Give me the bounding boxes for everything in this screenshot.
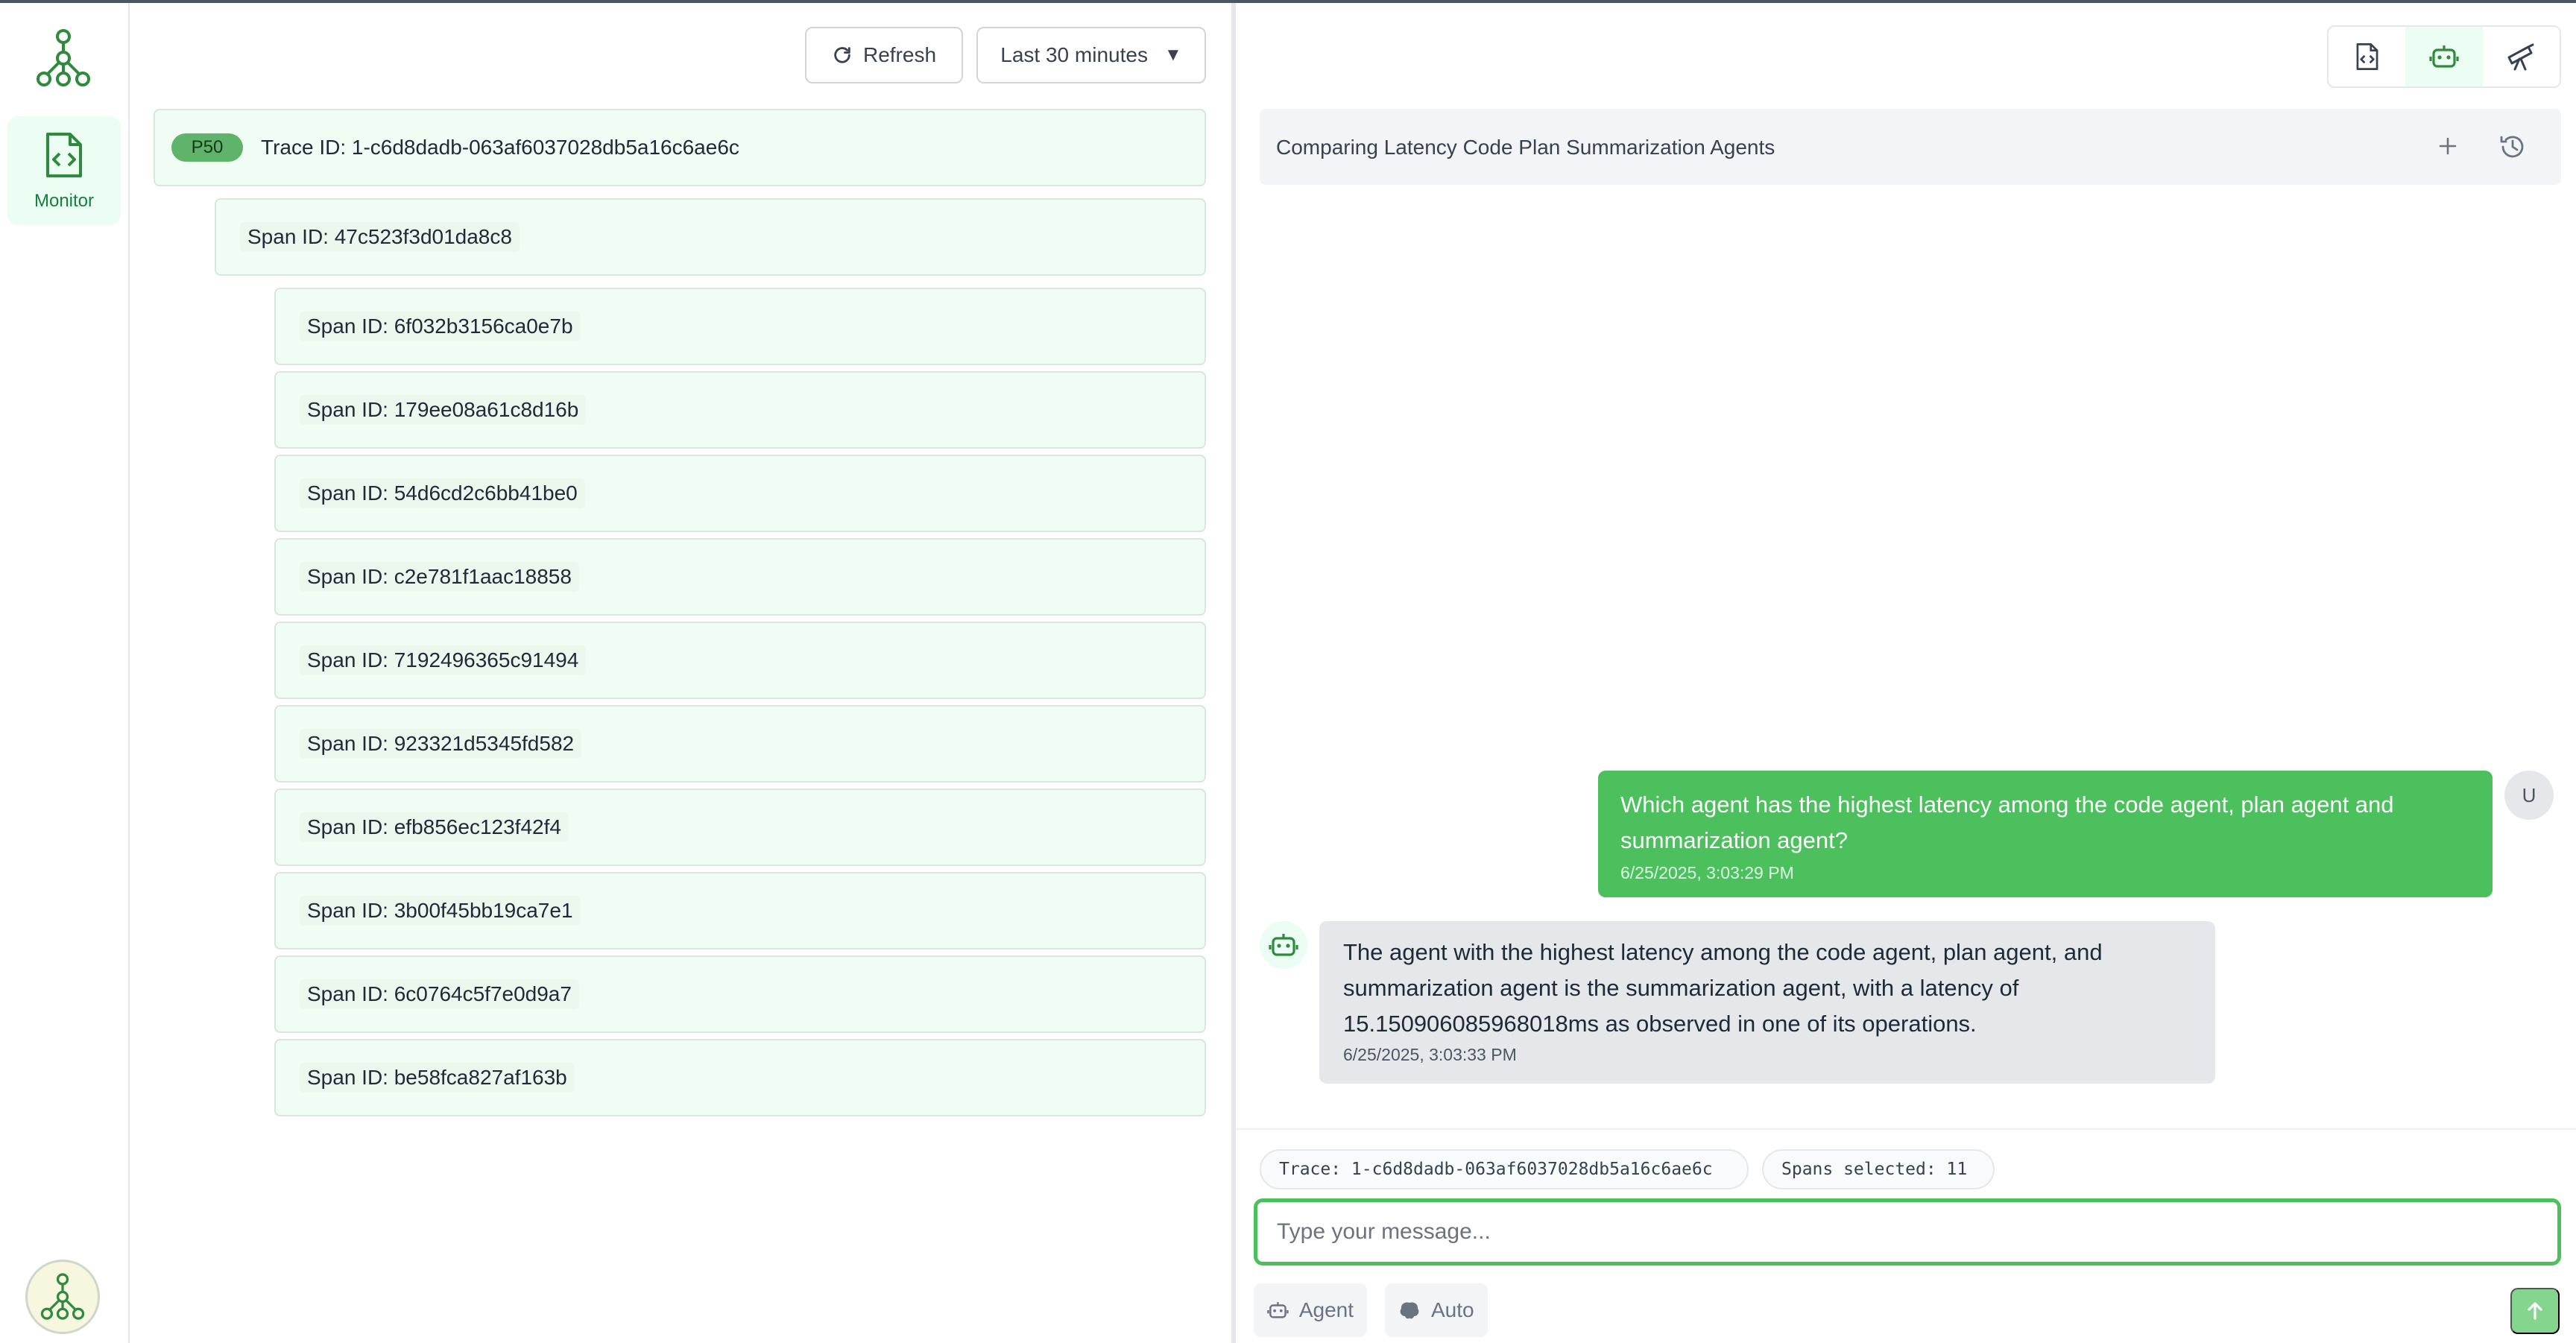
telescope-icon bbox=[2507, 43, 2534, 71]
composer-divider bbox=[1236, 1128, 2576, 1130]
view-toolbar bbox=[2327, 25, 2561, 88]
history-icon bbox=[2500, 136, 2524, 158]
span-id-label: Span ID: efb856ec123f42f4 bbox=[300, 812, 569, 842]
span-id-label: Span ID: 7192496365c91494 bbox=[300, 645, 587, 675]
span-id-label: Span ID: 54d6cd2c6bb41be0 bbox=[300, 478, 585, 508]
auto-mode-button[interactable]: Auto bbox=[1385, 1283, 1488, 1337]
span-id-label: Span ID: 47c523f3d01da8c8 bbox=[240, 222, 520, 252]
user-message-text: Which agent has the highest latency amon… bbox=[1620, 791, 2394, 853]
send-button[interactable] bbox=[2510, 1288, 2560, 1334]
span-id-label: Span ID: 923321d5345fd582 bbox=[300, 729, 582, 759]
nav-item-monitor-label: Monitor bbox=[34, 191, 95, 211]
span-row-root[interactable]: Span ID: 47c523f3d01da8c8 bbox=[215, 198, 1206, 276]
span-id-label: Span ID: 3b00f45bb19ca7e1 bbox=[300, 896, 581, 926]
nav-item-monitor[interactable]: Monitor bbox=[7, 116, 121, 225]
agent-mode-button[interactable]: Agent bbox=[1254, 1283, 1367, 1337]
span-id-label: Span ID: 6c0764c5f7e0d9a7 bbox=[300, 979, 579, 1009]
robot-icon bbox=[2429, 45, 2459, 68]
history-button[interactable] bbox=[2497, 131, 2528, 166]
bot-avatar bbox=[1260, 921, 1307, 969]
span-row[interactable]: Span ID: efb856ec123f42f4 bbox=[274, 789, 1206, 866]
span-row[interactable]: Span ID: 6c0764c5f7e0d9a7 bbox=[274, 955, 1206, 1033]
robot-icon bbox=[1269, 934, 1298, 956]
chat-panel: Comparing Latency Code Plan Summarizatio… bbox=[1236, 3, 2576, 1343]
span-row[interactable]: Span ID: 7192496365c91494 bbox=[274, 622, 1206, 699]
assistant-message-text: The agent with the highest latency among… bbox=[1343, 939, 2103, 1037]
robot-icon bbox=[1267, 1302, 1289, 1318]
nav-rail: Monitor bbox=[0, 3, 130, 1343]
span-row[interactable]: Span ID: 3b00f45bb19ca7e1 bbox=[274, 872, 1206, 949]
span-row[interactable]: Span ID: 923321d5345fd582 bbox=[274, 705, 1206, 783]
plus-icon bbox=[2439, 137, 2457, 155]
assistant-message-bubble: The agent with the highest latency among… bbox=[1319, 921, 2215, 1084]
refresh-button[interactable]: Refresh bbox=[805, 27, 963, 83]
span-row[interactable]: Span ID: 6f032b3156ca0e7b bbox=[274, 288, 1206, 365]
code-file-icon bbox=[46, 133, 82, 177]
span-id-label: Span ID: 179ee08a61c8d16b bbox=[300, 395, 587, 425]
time-range-value: Last 30 minutes bbox=[1000, 43, 1148, 66]
span-id-label: Span ID: c2e781f1aac18858 bbox=[300, 562, 579, 592]
refresh-icon bbox=[834, 47, 850, 63]
user-message-timestamp: 6/25/2025, 3:03:29 PM bbox=[1620, 863, 1794, 882]
percentile-badge: P50 bbox=[171, 133, 243, 162]
new-chat-button[interactable] bbox=[2433, 131, 2463, 165]
message-input[interactable] bbox=[1254, 1198, 2561, 1265]
code-view-button[interactable] bbox=[2329, 27, 2405, 86]
arrow-up-icon bbox=[2528, 1302, 2542, 1320]
context-trace-chip[interactable]: Trace: 1-c6d8dadb-063af6037028db5a16c6ae… bbox=[1260, 1149, 1749, 1189]
code-file-icon bbox=[2356, 43, 2378, 70]
auto-mode-label: Auto bbox=[1431, 1298, 1474, 1321]
explore-view-button[interactable] bbox=[2483, 27, 2560, 86]
span-row[interactable]: Span ID: be58fca827af163b bbox=[274, 1039, 1206, 1116]
user-message-bubble: Which agent has the highest latency amon… bbox=[1598, 771, 2493, 897]
agent-view-button[interactable] bbox=[2405, 27, 2483, 86]
user-avatar-logo[interactable] bbox=[25, 1260, 100, 1334]
conversation-title: Comparing Latency Code Plan Summarizatio… bbox=[1276, 136, 1775, 159]
span-row[interactable]: Span ID: c2e781f1aac18858 bbox=[274, 538, 1206, 616]
context-spans-chip[interactable]: Spans selected: 11 bbox=[1762, 1149, 1995, 1189]
span-id-label: Span ID: 6f032b3156ca0e7b bbox=[300, 312, 581, 341]
refresh-label: Refresh bbox=[862, 43, 937, 66]
conversation-header: Comparing Latency Code Plan Summarizatio… bbox=[1260, 109, 2561, 185]
agent-mode-label: Agent bbox=[1298, 1298, 1354, 1321]
span-id-label: Span ID: be58fca827af163b bbox=[300, 1063, 575, 1093]
network-logo-icon[interactable] bbox=[36, 28, 91, 88]
caret-down-icon: ▼ bbox=[1164, 45, 1182, 65]
assistant-message-timestamp: 6/25/2025, 3:03:33 PM bbox=[1343, 1045, 1517, 1064]
network-logo-icon bbox=[40, 1273, 85, 1320]
trace-panel: Refresh Last 30 minutes ▼ P50 Trace ID: … bbox=[130, 3, 1231, 1343]
trace-row[interactable]: P50 Trace ID: 1-c6d8dadb-063af6037028db5… bbox=[154, 109, 1206, 186]
trace-id-label: Trace ID: 1-c6d8dadb-063af6037028db5a16c… bbox=[261, 136, 739, 159]
time-range-select[interactable]: Last 30 minutes ▼ bbox=[976, 27, 1206, 83]
span-row[interactable]: Span ID: 179ee08a61c8d16b bbox=[274, 371, 1206, 449]
brain-icon bbox=[1400, 1302, 1419, 1319]
span-row[interactable]: Span ID: 54d6cd2c6bb41be0 bbox=[274, 455, 1206, 532]
user-avatar: U bbox=[2504, 771, 2554, 820]
